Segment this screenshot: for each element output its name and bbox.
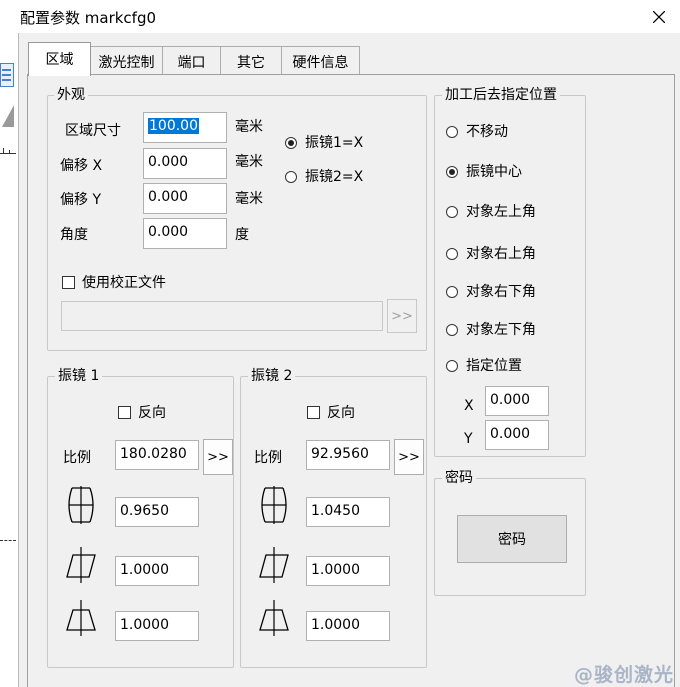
specified-position-label: 指定位置 <box>466 358 522 374</box>
object-bottom-left-radio[interactable] <box>446 324 458 336</box>
galvo2-reverse-checkbox[interactable] <box>307 406 320 419</box>
tab-laser-control[interactable]: 激光控制 <box>90 46 163 74</box>
area-size-label: 区域尺寸 <box>65 123 121 139</box>
object-bottom-left-label: 对象左下角 <box>466 322 536 338</box>
object-top-right-radio[interactable] <box>446 248 458 260</box>
position-x-label: X <box>464 398 474 414</box>
object-bottom-right-radio[interactable] <box>446 286 458 298</box>
tab-area[interactable]: 区域 <box>28 42 91 76</box>
barrel-distortion-icon <box>261 486 287 524</box>
window-title: 配置参数 markcfg0 <box>20 9 157 27</box>
galvo1-trapezoid-top-input[interactable]: 1.0000 <box>115 611 199 641</box>
galvo2-scale-browse-button[interactable]: >> <box>394 439 424 475</box>
dashed-guide <box>0 540 16 541</box>
offset-x-label: 偏移 X <box>60 158 103 174</box>
galvo1-x-radio[interactable] <box>285 137 297 149</box>
watermark: @骏创激光 <box>573 664 674 686</box>
trapezoid-distortion-icon <box>259 600 289 636</box>
angle-input[interactable]: 0.000 <box>143 218 227 249</box>
galvo2-reverse-label: 反向 <box>327 405 355 421</box>
galvo1-reverse-label: 反向 <box>138 405 166 421</box>
galvo1-legend: 振镜 1 <box>55 368 103 384</box>
object-top-right-label: 对象右上角 <box>466 246 536 262</box>
galvo2-legend: 振镜 2 <box>248 368 296 384</box>
position-x-input[interactable]: 0.000 <box>485 386 549 416</box>
object-top-left-label: 对象左上角 <box>466 204 536 220</box>
galvo2-x-label: 振镜2=X <box>305 169 364 185</box>
galvo1-x-label: 振镜1=X <box>305 135 364 151</box>
correction-file-path[interactable] <box>61 301 383 331</box>
area-size-unit: 毫米 <box>235 119 263 135</box>
area-size-input[interactable]: 100.00 <box>143 112 227 143</box>
trapezoid-distortion-icon <box>66 600 96 636</box>
object-bottom-right-label: 对象右下角 <box>466 284 536 300</box>
parallelogram-distortion-icon <box>259 547 289 583</box>
appearance-legend: 外观 <box>54 87 88 103</box>
tab-hardware-info[interactable]: 硬件信息 <box>281 46 360 74</box>
no-move-radio[interactable] <box>446 126 458 138</box>
post-process-legend: 加工后去指定位置 <box>442 87 560 103</box>
galvo2-trapezoid-left-input[interactable]: 1.0000 <box>306 556 390 586</box>
no-move-label: 不移动 <box>466 124 508 140</box>
password-button[interactable]: 密码 <box>457 515 567 563</box>
galvo2-scale-label: 比例 <box>254 450 282 466</box>
galvo-center-label: 振镜中心 <box>466 164 522 180</box>
tab-other[interactable]: 其它 <box>220 46 282 74</box>
position-y-input[interactable]: 0.000 <box>485 420 549 450</box>
offset-y-input[interactable]: 0.000 <box>143 183 227 214</box>
galvo2-trapezoid-top-input[interactable]: 1.0000 <box>306 611 390 641</box>
angle-label: 角度 <box>60 227 88 243</box>
galvo1-barrel-input[interactable]: 0.9650 <box>115 497 199 527</box>
galvo1-scale-input[interactable]: 180.0280 <box>115 440 199 470</box>
specified-position-radio[interactable] <box>446 360 458 372</box>
offset-y-unit: 毫米 <box>235 191 263 207</box>
angle-unit: 度 <box>235 227 249 243</box>
galvo-center-radio[interactable] <box>446 166 458 178</box>
tab-port[interactable]: 端口 <box>162 46 221 74</box>
galvo2-barrel-input[interactable]: 1.0450 <box>306 497 390 527</box>
use-correction-file-checkbox[interactable] <box>62 276 75 289</box>
password-legend: 密码 <box>442 470 476 486</box>
galvo1-scale-browse-button[interactable]: >> <box>203 439 233 475</box>
correction-file-browse-button[interactable]: >> <box>387 299 417 333</box>
close-icon <box>653 11 665 23</box>
close-button[interactable] <box>640 3 678 31</box>
galvo1-reverse-checkbox[interactable] <box>118 406 131 419</box>
object-top-left-radio[interactable] <box>446 206 458 218</box>
barrel-distortion-icon <box>68 486 94 524</box>
galvo2-x-radio[interactable] <box>285 171 297 183</box>
offset-x-input[interactable]: 0.000 <box>143 148 227 179</box>
galvo1-scale-label: 比例 <box>63 450 91 466</box>
title-bar: 配置参数 markcfg0 <box>0 0 680 33</box>
background-app-strip <box>0 33 18 687</box>
use-correction-file-label: 使用校正文件 <box>82 275 166 291</box>
position-y-label: Y <box>464 431 473 447</box>
slope-icon <box>2 105 14 127</box>
galvo1-trapezoid-left-input[interactable]: 1.0000 <box>115 556 199 586</box>
parallelogram-distortion-icon <box>66 547 96 583</box>
offset-x-unit: 毫米 <box>235 154 263 170</box>
offset-y-label: 偏移 Y <box>60 192 102 208</box>
galvo2-scale-input[interactable]: 92.9560 <box>306 440 390 470</box>
